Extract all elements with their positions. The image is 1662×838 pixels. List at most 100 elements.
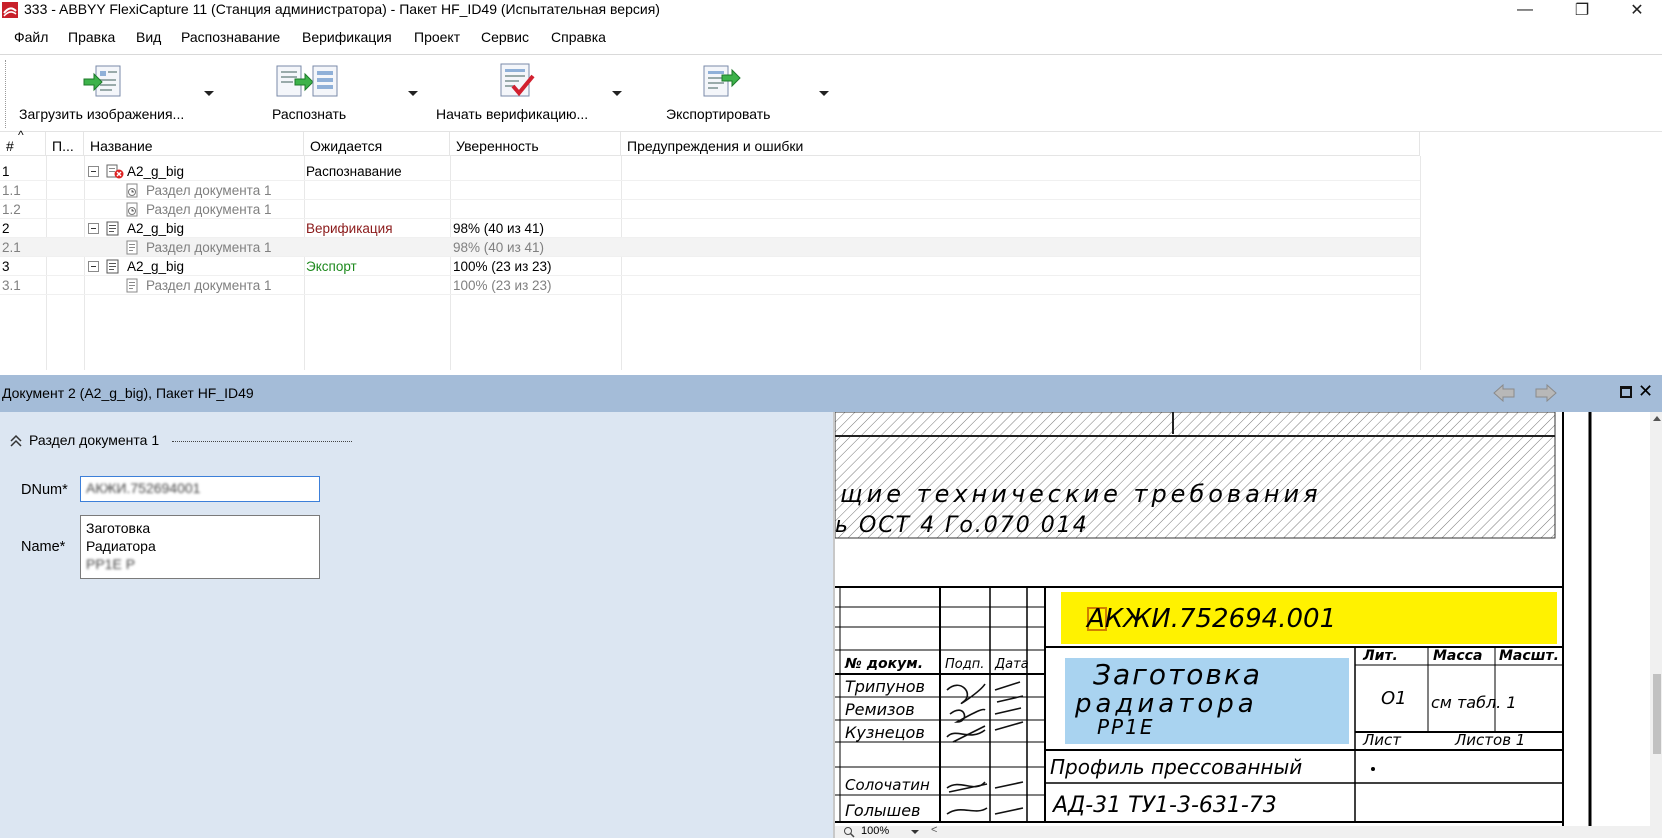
close-button[interactable]: ✕ (1612, 0, 1662, 20)
column-confidence[interactable]: Уверенность (450, 132, 621, 156)
document-name: A2_g_big (127, 259, 185, 274)
confidence-value: 100% (23 из 23) (453, 278, 552, 293)
section-document-icon (126, 278, 138, 293)
export-dropdown-arrow[interactable] (819, 91, 829, 96)
menu-edit[interactable]: Правка (68, 29, 115, 45)
zoom-level[interactable]: 100% (861, 825, 889, 837)
collapse-toggle[interactable] (88, 223, 99, 234)
menu-separator (0, 54, 1662, 55)
restore-button[interactable]: ❐ (1557, 0, 1607, 20)
table-row[interactable]: 2 A2_g_big Верификация 98% (40 из 41) (0, 219, 1420, 238)
confidence-value: 98% (40 из 41) (453, 221, 545, 236)
table-row[interactable]: 1 A2_g_big Распознавание (0, 162, 1420, 181)
drawing-text: щие технические требования (840, 480, 1322, 508)
expected-stage: Верификация (306, 221, 393, 236)
drawing-text: Лит. (1362, 648, 1398, 664)
row-number: 1.1 (2, 183, 21, 198)
drawing-text: Ремизов (845, 700, 915, 719)
menu-view[interactable]: Вид (136, 29, 161, 45)
document-panel-header: Документ 2 (A2_g_big), Пакет HF_ID49 ✕ (0, 375, 1662, 412)
verification-dropdown-arrow[interactable] (612, 91, 622, 96)
menu-service[interactable]: Сервис (481, 29, 529, 45)
menu-file[interactable]: Файл (14, 29, 48, 45)
expected-stage: Экспорт (306, 259, 357, 274)
drawing-text: ь ОСТ 4 Го.070 014 (835, 513, 1089, 538)
row-number: 2.1 (2, 240, 21, 255)
column-priority[interactable]: П... (46, 132, 84, 156)
recognize-label: Распознать (272, 106, 347, 122)
menu-recognition[interactable]: Распознавание (181, 29, 280, 45)
batch-document-icon (106, 259, 119, 274)
minimize-button[interactable]: — (1500, 0, 1550, 20)
document-name: A2_g_big (127, 221, 185, 236)
export-button[interactable]: Экспортировать (666, 56, 832, 130)
drawing-doc-code: АКЖИ.752694.001 (1085, 604, 1336, 634)
drawing-text: Солочатин (845, 776, 930, 794)
confidence-value: 98% (40 из 41) (453, 240, 545, 255)
table-row[interactable]: 3 A2_g_big Экспорт 100% (23 из 23) (0, 257, 1420, 276)
menu-project[interactable]: Проект (414, 29, 460, 45)
row-number: 1.2 (2, 202, 21, 217)
load-dropdown-arrow[interactable] (204, 91, 214, 96)
recognize-button[interactable]: Распознать (270, 56, 420, 130)
next-arrow-icon[interactable] (1534, 384, 1558, 402)
name-line: РР1Е Р (86, 556, 136, 572)
table-row[interactable]: 3.1 Раздел документа 1 100% (23 из 23) (0, 276, 1420, 295)
table-row[interactable]: 1.2 Раздел документа 1 (0, 200, 1420, 219)
recognize-icon (276, 65, 338, 97)
scroll-thumb[interactable] (1653, 674, 1661, 754)
dnum-field[interactable]: АКЖИ.752694001 (80, 476, 320, 502)
drawing-text: № докум. (844, 656, 923, 672)
close-panel-icon[interactable]: ✕ (1638, 381, 1653, 402)
recognize-dropdown-arrow[interactable] (408, 91, 418, 96)
section-name: Раздел документа 1 (146, 183, 272, 198)
maximize-panel-icon[interactable] (1620, 386, 1632, 398)
name-line: Заготовка (86, 520, 151, 536)
drawing-text: Голышев (845, 801, 920, 820)
table-row[interactable]: 1.1 Раздел документа 1 (0, 181, 1420, 200)
start-verification-button[interactable]: Начать верификацию... (436, 56, 626, 130)
menu-help[interactable]: Справка (551, 29, 606, 45)
expected-stage: Распознавание (306, 164, 402, 179)
collapse-toggle[interactable] (88, 261, 99, 272)
zoom-icon[interactable] (843, 826, 855, 838)
menu-verification[interactable]: Верификация (302, 29, 392, 45)
name-field[interactable]: Заготовка Радиатора РР1Е Р (80, 515, 320, 579)
collapse-toggle[interactable] (88, 166, 99, 177)
menu-bar: Файл Правка Вид Распознавание Верификаци… (0, 27, 1662, 49)
drawing-text: Масса (1433, 648, 1482, 664)
drawing-text: Дата (994, 657, 1029, 672)
title-bar: 333 - ABBYY FlexiCapture 11 (Станция адм… (0, 0, 1662, 20)
data-form: Раздел документа 1 DNum* АКЖИ.752694001 … (0, 412, 833, 838)
batch-grid: # ^ П... Название Ожидается Уверенность П… (0, 128, 1662, 370)
section-document-icon (126, 240, 138, 255)
scroll-up-icon[interactable] (1653, 416, 1661, 421)
document-name: A2_g_big (127, 164, 185, 179)
vertical-scrollbar[interactable] (1650, 412, 1662, 838)
drawing-text: О1 (1381, 688, 1407, 709)
section-name: Раздел документа 1 (146, 278, 272, 293)
table-row[interactable]: 2.1 Раздел документа 1 98% (40 из 41) (0, 238, 1420, 257)
column-expected[interactable]: Ожидается (304, 132, 450, 156)
load-images-button[interactable]: Загрузить изображения... (18, 56, 218, 130)
collapse-section-icon[interactable] (9, 434, 23, 448)
drawing-image: щие технические требования ь ОСТ 4 Го.07… (835, 412, 1592, 828)
row-number: 1 (2, 164, 10, 179)
name-line: Радиатора (86, 538, 156, 554)
image-viewer[interactable]: щие технические требования ь ОСТ 4 Го.07… (833, 412, 1662, 838)
section-name: Раздел документа 1 (146, 202, 272, 217)
drawing-text: Подп. (945, 657, 984, 672)
drawing-text: Масшт. (1499, 648, 1559, 664)
scroll-left-icon[interactable]: < (931, 824, 937, 836)
zoom-dropdown-icon[interactable] (911, 830, 919, 834)
toolbar-grip[interactable] (5, 60, 7, 128)
column-number[interactable]: # ^ (0, 128, 46, 156)
section-title: Раздел документа 1 (29, 432, 160, 448)
batch-error-icon (106, 164, 124, 179)
column-name[interactable]: Название (84, 132, 304, 156)
drawing-text: Листов 1 (1454, 731, 1525, 749)
export-label: Экспортировать (666, 106, 771, 122)
app-icon (2, 2, 18, 18)
column-warnings[interactable]: Предупреждения и ошибки (621, 132, 1420, 156)
previous-arrow-icon[interactable] (1492, 384, 1516, 402)
